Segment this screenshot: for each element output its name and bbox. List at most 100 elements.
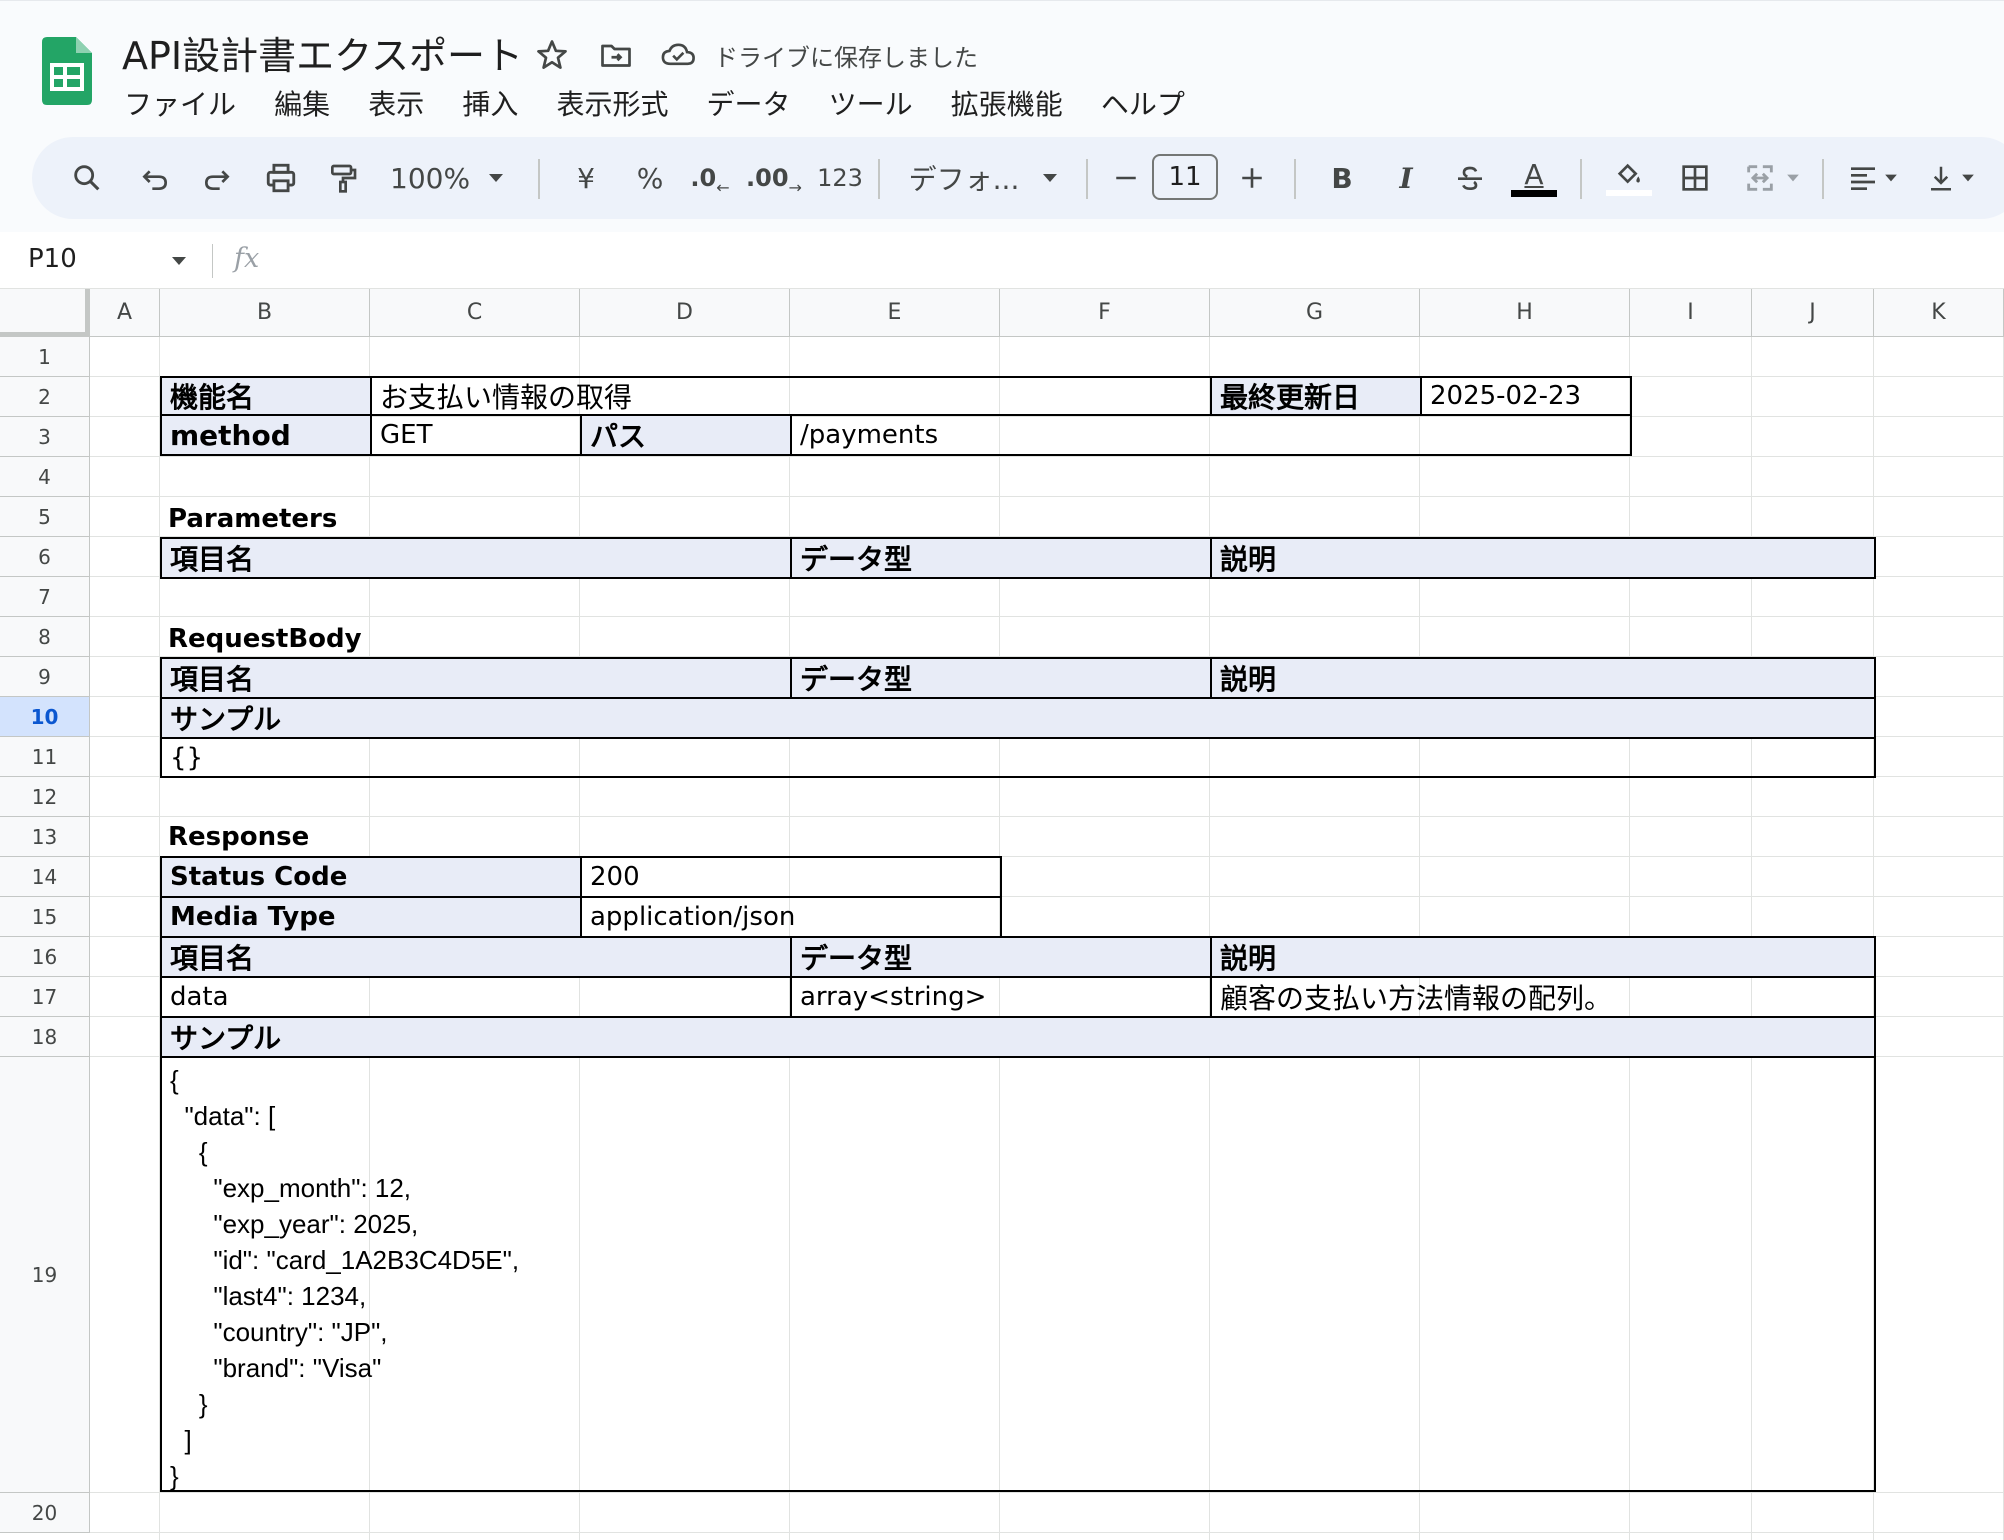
zoom-select[interactable]: 100% xyxy=(390,137,480,219)
move-to-folder-icon[interactable] xyxy=(598,37,634,73)
media-type-value[interactable]: application/json xyxy=(580,896,1002,938)
row-header-14[interactable]: 14 xyxy=(0,857,90,897)
menu-file[interactable]: ファイル xyxy=(124,83,236,123)
parameters-title[interactable]: Parameters xyxy=(160,499,560,539)
cloud-saved-icon[interactable] xyxy=(660,37,696,73)
row-header-2[interactable]: 2 xyxy=(0,377,90,417)
menu-edit[interactable]: 編集 xyxy=(274,83,330,123)
menu-tools[interactable]: ツール xyxy=(829,83,913,123)
req-sample-value[interactable]: {} xyxy=(160,737,1876,778)
row-header-20[interactable]: 20 xyxy=(0,1493,90,1533)
param-col-desc[interactable]: 説明 xyxy=(1210,537,1876,579)
method-value[interactable]: GET xyxy=(370,414,582,456)
row-header-6[interactable]: 6 xyxy=(0,537,90,577)
formula-input[interactable] xyxy=(280,240,1980,280)
increase-decimal-button[interactable]: .00 → xyxy=(744,137,804,219)
res-row-type[interactable]: array<string> xyxy=(790,976,1212,1018)
menu-format[interactable]: 表示形式 xyxy=(556,83,668,123)
column-header-h[interactable]: H xyxy=(1420,289,1630,337)
column-header-f[interactable]: F xyxy=(1000,289,1210,337)
last-updated-label[interactable]: 最終更新日 xyxy=(1210,376,1422,416)
star-icon[interactable] xyxy=(534,37,570,73)
req-col-type[interactable]: データ型 xyxy=(790,657,1212,699)
row-header-15[interactable]: 15 xyxy=(0,897,90,937)
param-col-type[interactable]: データ型 xyxy=(790,537,1212,579)
column-header-d[interactable]: D xyxy=(580,289,790,337)
column-header-c[interactable]: C xyxy=(370,289,580,337)
row-header-9[interactable]: 9 xyxy=(0,657,90,697)
row-header-10[interactable]: 10 xyxy=(0,697,90,737)
column-header-a[interactable]: A xyxy=(90,289,160,337)
res-row-name[interactable]: data xyxy=(160,976,792,1018)
merge-cells-icon[interactable] xyxy=(1732,137,1812,219)
path-label[interactable]: パス xyxy=(580,414,792,456)
increase-font-size-button[interactable] xyxy=(1228,137,1276,219)
bold-button[interactable]: B xyxy=(1318,137,1366,219)
row-header-7[interactable]: 7 xyxy=(0,577,90,617)
sheets-logo-icon[interactable] xyxy=(42,37,92,105)
menu-help[interactable]: ヘルプ xyxy=(1101,83,1185,123)
res-sample-label[interactable]: サンプル xyxy=(160,1016,1876,1058)
response-title[interactable]: Response xyxy=(160,817,560,857)
req-col-name[interactable]: 項目名 xyxy=(160,657,792,699)
italic-button[interactable]: I xyxy=(1382,137,1430,219)
func-name-value[interactable]: お支払い情報の取得 xyxy=(370,376,1212,416)
row-header-11[interactable]: 11 xyxy=(0,737,90,777)
borders-icon[interactable] xyxy=(1670,137,1720,219)
status-code-value[interactable]: 200 xyxy=(580,856,1002,898)
row-header-13[interactable]: 13 xyxy=(0,817,90,857)
path-value[interactable]: /payments xyxy=(790,414,1632,456)
menu-data[interactable]: データ xyxy=(707,83,791,123)
decrease-font-size-button[interactable] xyxy=(1106,137,1146,219)
column-header-k[interactable]: K xyxy=(1874,289,2004,337)
res-row-desc[interactable]: 顧客の支払い方法情報の配列。 xyxy=(1210,976,1876,1018)
search-menus-icon[interactable] xyxy=(62,137,112,219)
row-header-4[interactable]: 4 xyxy=(0,457,90,497)
menu-insert[interactable]: 挿入 xyxy=(462,83,518,123)
column-header-i[interactable]: I xyxy=(1630,289,1752,337)
row-header-12[interactable]: 12 xyxy=(0,777,90,817)
row-header-18[interactable]: 18 xyxy=(0,1017,90,1057)
menu-extensions[interactable]: 拡張機能 xyxy=(951,83,1063,123)
paint-format-icon[interactable] xyxy=(318,137,368,219)
vertical-align-icon[interactable] xyxy=(1918,137,1984,219)
row-header-5[interactable]: 5 xyxy=(0,497,90,537)
percent-format-button[interactable]: % xyxy=(626,137,674,219)
res-col-name[interactable]: 項目名 xyxy=(160,936,792,978)
method-label[interactable]: method xyxy=(160,414,372,456)
row-header-16[interactable]: 16 xyxy=(0,937,90,977)
media-type-label[interactable]: Media Type xyxy=(160,896,582,938)
chevron-down-icon[interactable] xyxy=(170,252,188,271)
menu-view[interactable]: 表示 xyxy=(368,83,424,123)
decrease-decimal-button[interactable]: .0 ← xyxy=(682,137,738,219)
redo-icon[interactable] xyxy=(192,137,242,219)
strikethrough-icon[interactable] xyxy=(1446,137,1494,219)
row-header-8[interactable]: 8 xyxy=(0,617,90,657)
column-header-b[interactable]: B xyxy=(160,289,370,337)
column-header-g[interactable]: G xyxy=(1210,289,1420,337)
row-header-17[interactable]: 17 xyxy=(0,977,90,1017)
column-header-j[interactable]: J xyxy=(1752,289,1874,337)
func-name-label[interactable]: 機能名 xyxy=(160,376,372,416)
res-col-desc[interactable]: 説明 xyxy=(1210,936,1876,978)
param-col-name[interactable]: 項目名 xyxy=(160,537,792,579)
chevron-down-icon[interactable] xyxy=(484,137,508,219)
request-body-title[interactable]: RequestBody xyxy=(160,619,560,659)
spreadsheet-grid[interactable]: ABCDEFGHIJK 1 2 3 4 5 6 7 8 9 10 11 12 13 14 15 16 17 18 1… xyxy=(0,289,2004,1540)
undo-icon[interactable] xyxy=(130,137,180,219)
currency-format-button[interactable]: ¥ xyxy=(562,137,610,219)
row-header-19[interactable]: 19 xyxy=(0,1057,90,1493)
res-col-type[interactable]: データ型 xyxy=(790,936,1212,978)
column-header-e[interactable]: E xyxy=(790,289,1000,337)
res-sample-value[interactable]: { "data": [ { "exp_month": 12, "exp_year… xyxy=(160,1056,1876,1492)
text-color-button[interactable]: A xyxy=(1508,137,1560,219)
number-format-button[interactable]: 123 xyxy=(810,137,870,219)
row-header-1[interactable]: 1 xyxy=(0,337,90,377)
req-sample-label[interactable]: サンプル xyxy=(160,697,1876,739)
select-all-corner[interactable] xyxy=(0,289,90,337)
font-size-input[interactable]: 11 xyxy=(1152,154,1218,200)
horizontal-align-icon[interactable] xyxy=(1840,137,1906,219)
name-box[interactable]: P10 xyxy=(28,244,77,274)
last-updated-value[interactable]: 2025-02-23 xyxy=(1420,376,1632,416)
row-header-3[interactable]: 3 xyxy=(0,417,90,457)
